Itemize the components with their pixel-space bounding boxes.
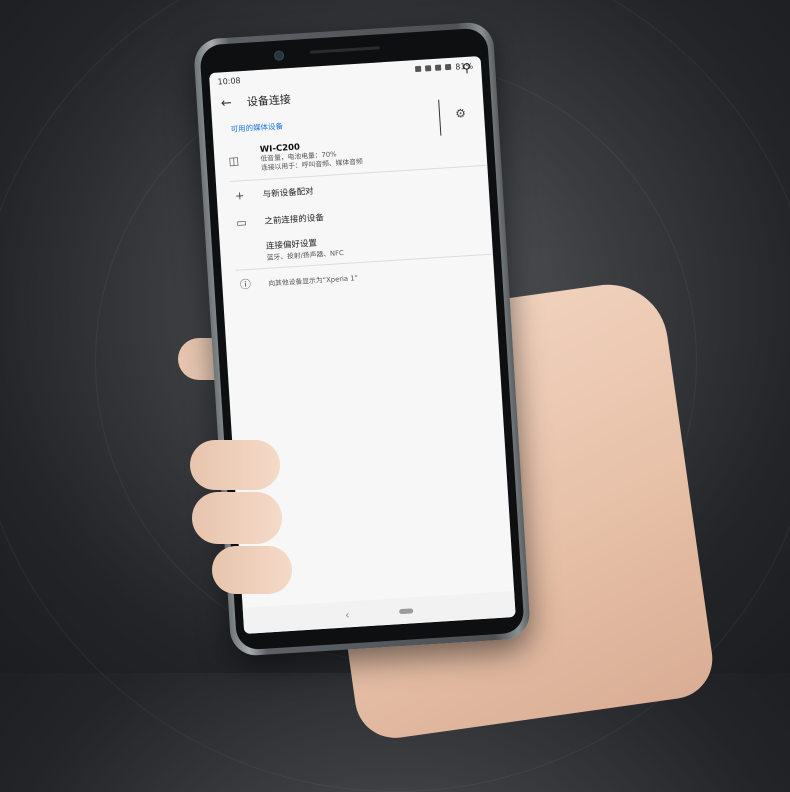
visible-as-label: 向其他设备显示为“Xperia 1” [268,274,359,288]
prefs-text: 连接偏好设置 蓝牙、投射/扬声器、NFC [266,235,344,262]
wifi-icon [435,64,442,71]
vibrate-icon [425,65,432,72]
nav-home-button[interactable] [399,607,414,614]
info-icon: ⓘ [239,277,252,292]
devices-icon: ▭ [235,215,248,230]
search-icon[interactable]: ⚲ [462,61,472,76]
hand-finger [190,440,280,490]
hand-finger [192,492,282,544]
battery-icon [445,63,452,71]
gear-icon[interactable]: ⚙ [455,106,467,121]
earpiece-speaker [309,46,380,54]
nav-back-icon[interactable]: ‹ [345,608,350,621]
pair-new-label: 与新设备配对 [262,186,314,200]
hand-finger [212,546,292,594]
previously-connected-label: 之前连接的设备 [264,213,325,227]
front-camera [273,50,285,61]
page-title: 设备连接 [246,93,292,109]
headset-icon: ◫ [228,154,240,169]
arrow-left-icon[interactable]: ← [220,95,241,111]
device-text: WI-C200 低音量，电池电量：70% 连接以用于：呼叫音频、媒体音频 [249,127,363,174]
status-time: 10:08 [217,75,241,87]
plus-icon: + [234,188,245,203]
bluetooth-icon [415,65,422,73]
